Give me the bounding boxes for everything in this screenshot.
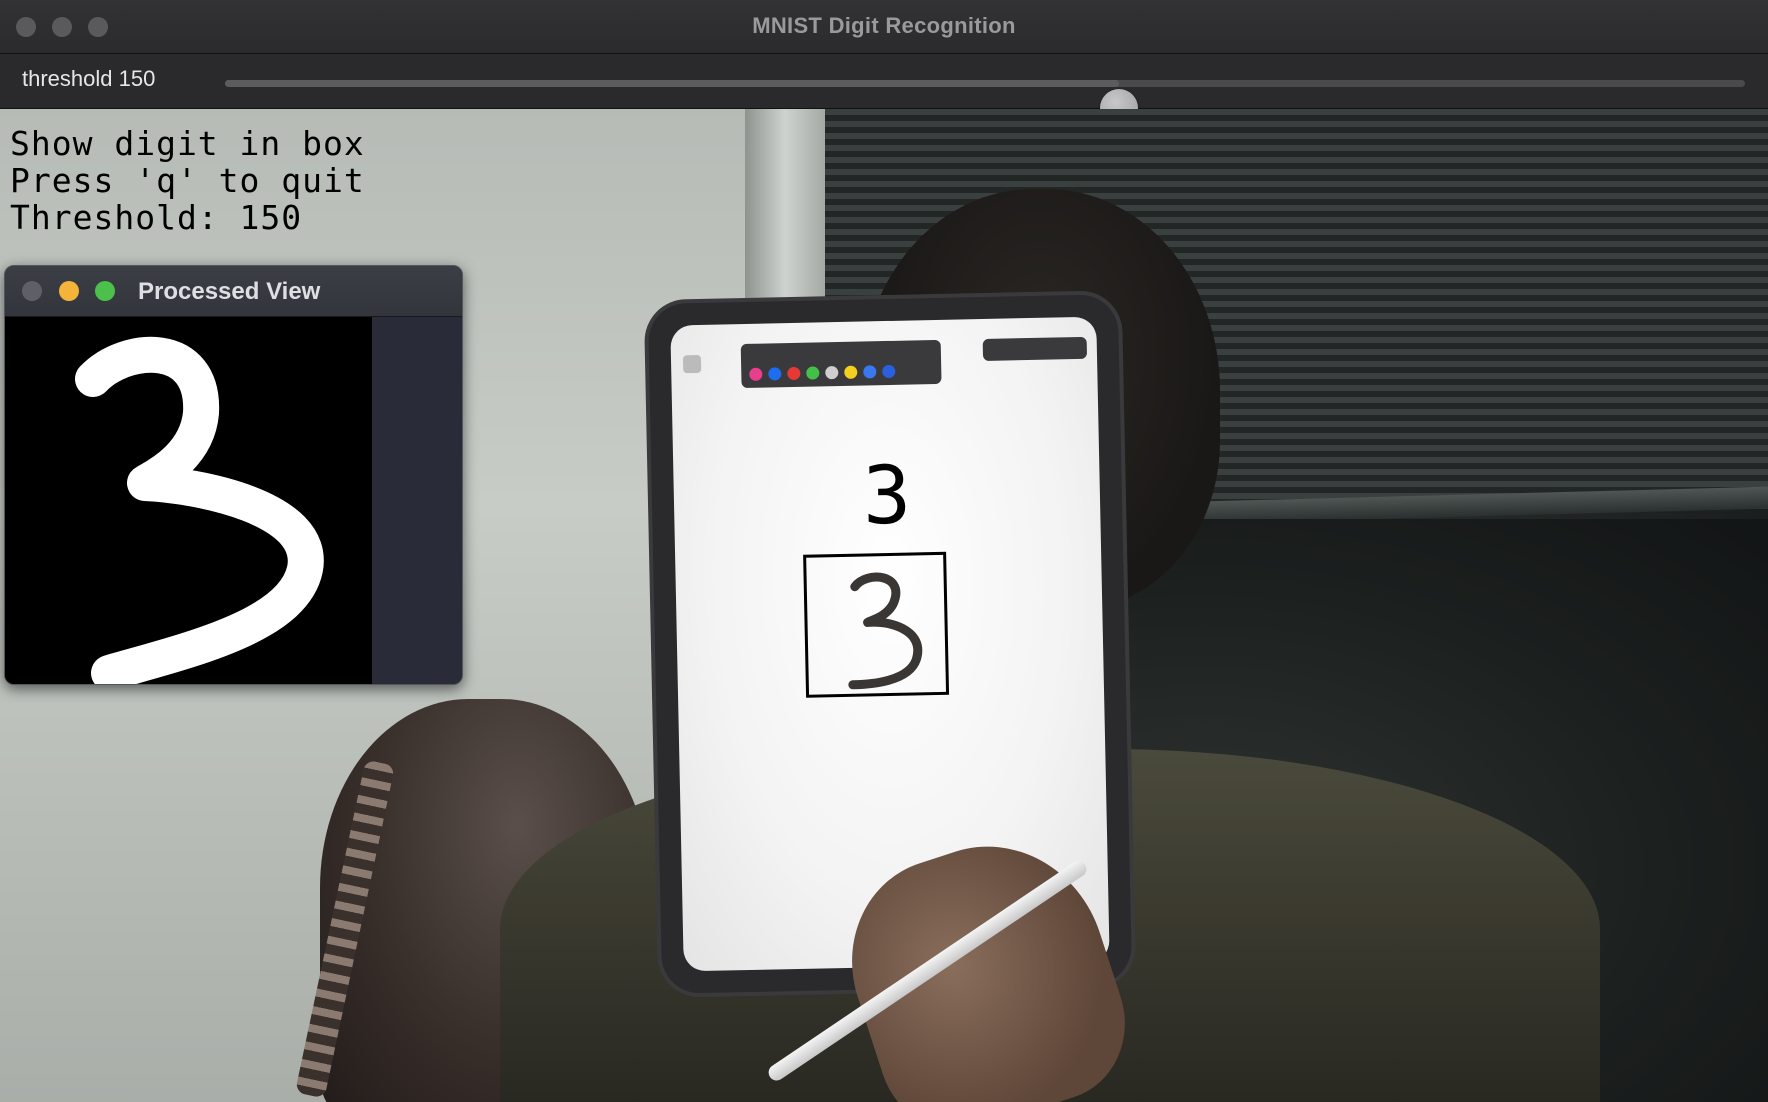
processed-image bbox=[5, 317, 372, 684]
binarized-digit bbox=[75, 336, 324, 684]
overlay-line-2: Press 'q' to quit bbox=[10, 161, 365, 200]
maximize-icon[interactable] bbox=[95, 281, 115, 301]
palette-color-1 bbox=[768, 367, 782, 381]
processed-view-padding bbox=[372, 317, 462, 684]
threshold-slider[interactable] bbox=[225, 80, 1745, 127]
drawing-toolbar bbox=[740, 339, 942, 389]
palette-color-2 bbox=[787, 366, 801, 381]
palette-color-4 bbox=[825, 366, 839, 380]
predicted-digit: 3 bbox=[861, 448, 912, 543]
palette-color-5 bbox=[844, 365, 858, 379]
back-icon bbox=[682, 354, 702, 374]
palette-color-0 bbox=[749, 367, 763, 381]
title-bar[interactable]: MNIST Digit Recognition bbox=[0, 0, 1768, 54]
slider-fill bbox=[225, 80, 1120, 87]
undo-toolbar bbox=[982, 336, 1088, 361]
overlay-line-3: Threshold: 150 bbox=[10, 198, 303, 237]
threshold-label: threshold 150 bbox=[22, 66, 156, 91]
handwritten-digit bbox=[848, 572, 923, 690]
trackbar-panel: threshold 150 bbox=[0, 54, 1768, 127]
palette-color-6 bbox=[863, 365, 877, 379]
palette-color-7 bbox=[882, 364, 896, 379]
processed-view-title: Processed View bbox=[138, 278, 321, 305]
overlay-line-1: Show digit in box bbox=[10, 124, 365, 163]
processed-view-title-bar[interactable]: Processed View bbox=[5, 266, 462, 317]
palette-color-3 bbox=[806, 366, 820, 380]
minimize-icon[interactable] bbox=[59, 281, 79, 301]
close-icon[interactable] bbox=[22, 281, 42, 301]
processed-view-window[interactable]: Processed View bbox=[4, 265, 463, 685]
instruction-overlay: Show digit in box Press 'q' to quit Thre… bbox=[10, 125, 365, 236]
main-window: MNIST Digit Recognition threshold 150 3 bbox=[0, 0, 1768, 1102]
roi-box bbox=[803, 551, 950, 698]
window-title: MNIST Digit Recognition bbox=[752, 13, 1016, 38]
